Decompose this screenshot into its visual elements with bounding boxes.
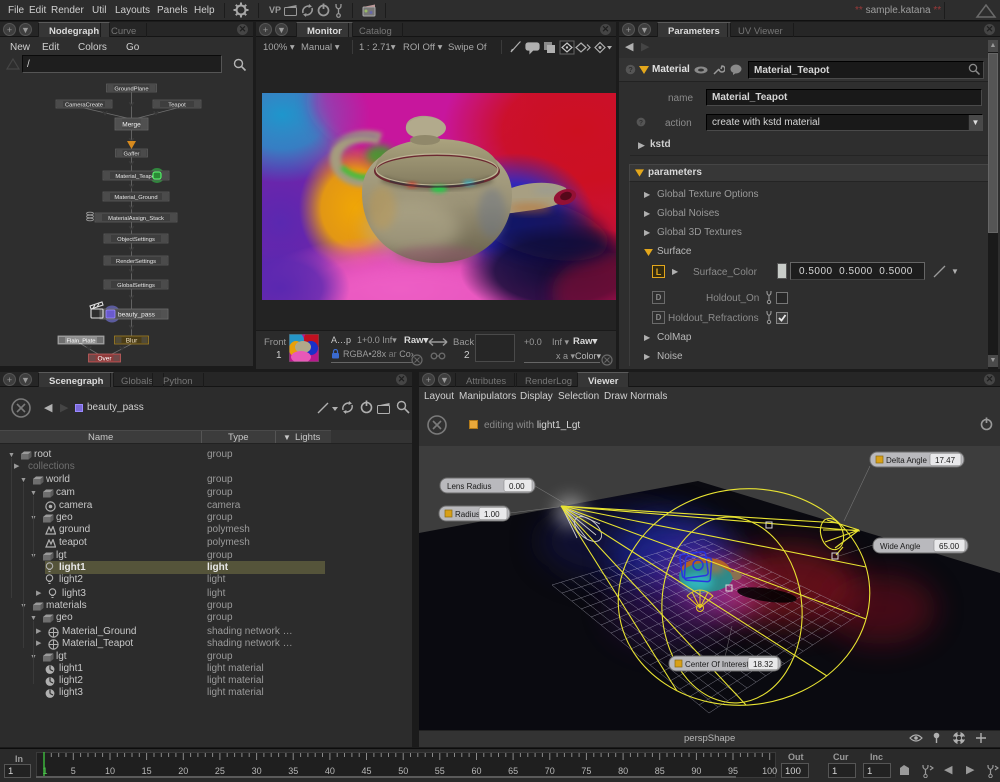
svg-text:30: 30 [252,766,262,776]
svg-text:80: 80 [618,766,628,776]
svg-text:Delta Angle: Delta Angle [886,456,927,465]
svg-text:0.00: 0.00 [509,482,525,491]
svg-text:5: 5 [71,766,76,776]
svg-text:95: 95 [728,766,738,776]
svg-text:ObjectSettings: ObjectSettings [117,237,155,243]
svg-text:?: ? [639,119,643,126]
svg-text:85: 85 [655,766,665,776]
svg-text:GlobalSettings: GlobalSettings [117,283,155,289]
svg-text:55: 55 [435,766,445,776]
svg-text:1.00: 1.00 [484,510,500,519]
svg-text:Center Of Interest: Center Of Interest [685,660,749,669]
svg-text:Blur: Blur [126,337,138,344]
svg-text:Material_Teapot: Material_Teapot [115,174,157,180]
svg-text:10: 10 [105,766,115,776]
svg-text:65.00: 65.00 [939,542,960,551]
svg-text:50: 50 [398,766,408,776]
svg-text:45: 45 [361,766,371,776]
svg-text:25: 25 [215,766,225,776]
svg-text:GroundPlane: GroundPlane [114,86,148,92]
svg-text:MaterialAssign_Stack: MaterialAssign_Stack [108,216,164,222]
svg-text:65: 65 [508,766,518,776]
svg-text:Over: Over [97,355,112,362]
svg-text:60: 60 [471,766,481,776]
svg-text:20: 20 [178,766,188,776]
svg-text:Wide Angle: Wide Angle [880,542,921,551]
svg-text:40: 40 [325,766,335,776]
svg-text:Material_Ground: Material_Ground [114,195,157,201]
svg-text:CameraCreate: CameraCreate [65,102,103,108]
svg-text:Flaln_Plate: Flaln_Plate [66,338,95,344]
svg-text:70: 70 [545,766,555,776]
svg-text:Teapot: Teapot [168,102,186,108]
svg-text:18.32: 18.32 [753,660,774,669]
svg-text:75: 75 [581,766,591,776]
svg-text:100: 100 [762,766,777,776]
svg-text:15: 15 [142,766,152,776]
svg-text:?: ? [628,65,633,74]
svg-text:RenderSettings: RenderSettings [116,259,156,265]
svg-text:1: 1 [42,766,47,776]
svg-text:Radius: Radius [455,510,480,519]
svg-text:Lens Radius: Lens Radius [447,482,491,491]
svg-text:Merge: Merge [122,121,141,128]
svg-text:17.47: 17.47 [935,456,956,465]
svg-text:90: 90 [691,766,701,776]
svg-text:Gaffer: Gaffer [123,151,139,157]
svg-text:beauty_pass: beauty_pass [118,311,156,318]
svg-text:35: 35 [288,766,298,776]
